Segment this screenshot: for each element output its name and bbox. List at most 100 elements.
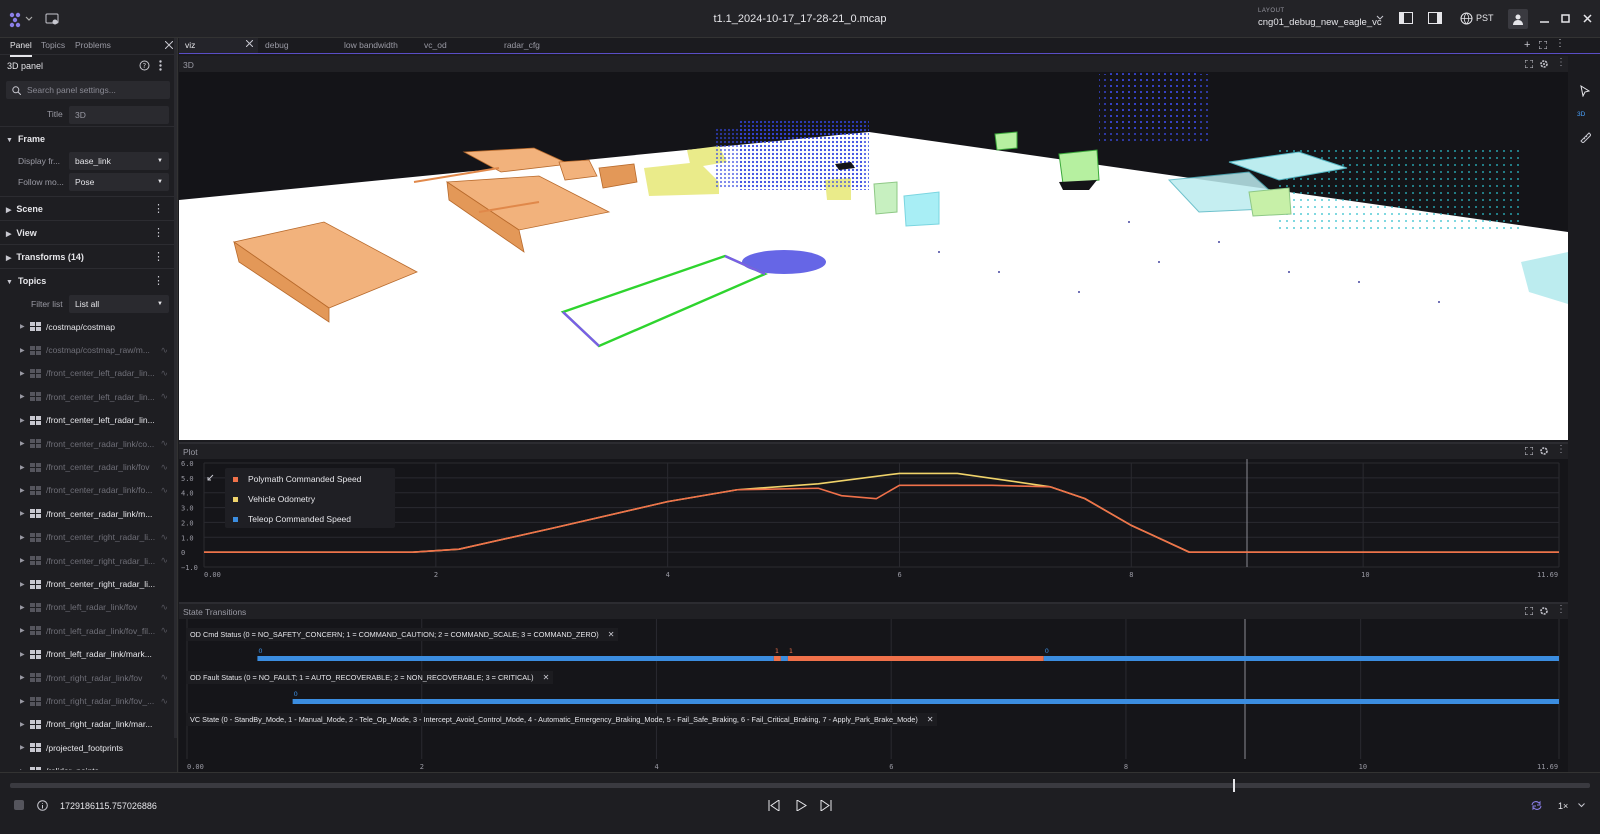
more-vertical-icon[interactable]: ⋮ <box>153 226 164 239</box>
caret-right-icon[interactable]: ▶ <box>20 347 30 354</box>
caret-right-icon[interactable]: ▶ <box>20 581 30 588</box>
topic-row[interactable]: ▶ /projected_footprints <box>0 736 176 759</box>
topic-row[interactable]: ▶ /front_center_radar_link/m... <box>0 502 176 525</box>
state-segment[interactable] <box>1043 656 1559 661</box>
topic-row[interactable]: ▶ /front_center_left_radar_lin... ∿ <box>0 362 176 385</box>
ruler-icon[interactable] <box>1576 128 1594 146</box>
help-icon[interactable]: ? <box>139 60 150 71</box>
caret-right-icon[interactable]: ▶ <box>20 417 30 424</box>
more-vertical-icon[interactable]: ⋮ <box>1556 444 1566 455</box>
visibility-toggle-icon[interactable]: ∿ <box>160 345 168 356</box>
visibility-toggle-icon[interactable]: ∿ <box>160 485 168 496</box>
close-sidebar-icon[interactable] <box>164 40 174 50</box>
gear-icon[interactable] <box>1539 606 1549 616</box>
state-segment[interactable] <box>257 656 774 661</box>
topic-row[interactable]: ▶ /front_center_right_radar_li... ∿ <box>0 549 176 572</box>
seek-back-icon[interactable] <box>768 800 780 811</box>
topic-row[interactable]: ▶ /front_center_radar_link/fo... ∿ <box>0 479 176 502</box>
state-segment[interactable] <box>292 699 1559 704</box>
more-vertical-icon[interactable]: ⋮ <box>1556 57 1566 68</box>
legend-item[interactable]: Vehicle Odometry <box>233 494 315 504</box>
play-icon[interactable] <box>796 800 807 811</box>
state-segment[interactable] <box>780 656 788 661</box>
caret-right-icon[interactable]: ▶ <box>20 604 30 611</box>
collapse-legend-icon[interactable] <box>205 474 214 483</box>
playback-speed-select[interactable]: 1× <box>1558 801 1568 811</box>
fullscreen-icon[interactable] <box>1525 60 1533 68</box>
caret-right-icon[interactable]: ▶ <box>20 534 30 541</box>
timeline-scrubber[interactable] <box>10 779 1590 792</box>
fullscreen-icon[interactable] <box>1525 607 1533 615</box>
remove-row-icon[interactable]: ✕ <box>608 630 615 639</box>
tab-low-bandwidth[interactable]: low bandwidth <box>344 38 398 53</box>
sidebar-tab-problems[interactable]: Problems <box>75 40 111 50</box>
visibility-toggle-icon[interactable]: ∿ <box>160 438 168 449</box>
chevron-down-icon[interactable] <box>1375 13 1385 23</box>
caret-right-icon[interactable]: ▶ <box>20 651 30 658</box>
right-sidebar-toggle-icon[interactable] <box>1427 10 1443 26</box>
display-frame-select[interactable]: base_link ▼ <box>69 152 169 170</box>
caret-right-icon[interactable]: ▶ <box>20 627 30 634</box>
close-tab-icon[interactable] <box>246 40 253 47</box>
topic-row[interactable]: ▶ /front_center_left_radar_lin... <box>0 409 176 432</box>
search-settings-field[interactable]: Search panel settings... <box>6 81 170 99</box>
transforms-section-header[interactable]: ▶ Transforms (14) ⋮ <box>0 244 176 268</box>
topic-row[interactable]: ▶ /front_left_radar_link/mark... <box>0 643 176 666</box>
caret-right-icon[interactable]: ▶ <box>20 323 30 330</box>
chevron-down-icon[interactable] <box>1578 803 1585 808</box>
3d-viewport[interactable] <box>179 72 1568 440</box>
layout-selector[interactable]: cng01_debug_new_eagle_vc <box>1258 17 1382 28</box>
caret-right-icon[interactable]: ▶ <box>20 510 30 517</box>
topic-row[interactable]: ▶ /front_right_radar_link/fov ∿ <box>0 666 176 689</box>
globe-icon[interactable] <box>1458 10 1474 26</box>
tab-viz[interactable]: viz <box>179 38 258 53</box>
title-field-input[interactable]: 3D <box>69 106 169 124</box>
topic-row[interactable]: ▶ /front_right_radar_link/fov_... ∿ <box>0 689 176 712</box>
info-icon[interactable] <box>37 800 48 811</box>
state-segment[interactable] <box>787 656 1044 661</box>
more-vertical-icon[interactable]: ⋮ <box>153 250 164 263</box>
loop-icon[interactable] <box>1530 800 1543 811</box>
topic-row[interactable]: ▶ /front_center_left_radar_lin... ∿ <box>0 385 176 408</box>
seek-forward-icon[interactable] <box>820 800 832 811</box>
caret-right-icon[interactable]: ▶ <box>20 487 30 494</box>
caret-right-icon[interactable]: ▶ <box>20 698 30 705</box>
tab-debug[interactable]: debug <box>265 38 289 53</box>
select-cursor-icon[interactable] <box>1576 82 1594 100</box>
visibility-toggle-icon[interactable]: ∿ <box>160 532 168 543</box>
timezone-label[interactable]: PST <box>1476 13 1494 23</box>
view-section-header[interactable]: ▶ View ⋮ <box>0 220 176 244</box>
caret-right-icon[interactable]: ▶ <box>20 721 30 728</box>
add-tab-icon[interactable]: + <box>1524 39 1530 51</box>
topic-row[interactable]: ▶ /costmap/costmap <box>0 315 176 338</box>
caret-right-icon[interactable]: ▶ <box>20 393 30 400</box>
state-segment[interactable] <box>773 656 781 661</box>
caret-right-icon[interactable]: ▶ <box>20 768 30 770</box>
more-vertical-icon[interactable]: ⋮ <box>153 274 164 287</box>
visibility-toggle-icon[interactable]: ∿ <box>160 462 168 473</box>
remove-row-icon[interactable]: ✕ <box>543 673 550 682</box>
filter-list-select[interactable]: List all ▼ <box>69 295 169 313</box>
caret-right-icon[interactable]: ▶ <box>20 744 30 751</box>
topic-row[interactable]: ▶ /front_left_radar_link/fov_fil... ∿ <box>0 619 176 642</box>
3d-mode-toggle[interactable]: 3D <box>1577 111 1585 118</box>
playhead[interactable] <box>1233 779 1235 792</box>
topic-row[interactable]: ▶ /rslidar_points <box>0 760 176 770</box>
sidebar-tab-topics[interactable]: Topics <box>41 40 65 50</box>
tab-radar-cfg[interactable]: radar_cfg <box>504 38 540 53</box>
legend-item[interactable]: Polymath Commanded Speed <box>233 474 361 484</box>
caret-right-icon[interactable]: ▶ <box>20 464 30 471</box>
current-timestamp[interactable]: 1729186115.757026886 <box>60 801 157 811</box>
remove-row-icon[interactable]: ✕ <box>927 715 934 724</box>
legend-item[interactable]: Teleop Commanded Speed <box>233 514 351 524</box>
frame-section-header[interactable]: ▼ Frame <box>0 126 176 150</box>
tab-vc-od[interactable]: vc_od <box>424 38 447 53</box>
caret-right-icon[interactable]: ▶ <box>20 557 30 564</box>
close-window-icon[interactable] <box>1581 12 1593 24</box>
visibility-toggle-icon[interactable]: ∿ <box>160 391 168 402</box>
minimize-icon[interactable] <box>1538 12 1550 24</box>
topic-row[interactable]: ▶ /front_center_right_radar_li... <box>0 572 176 595</box>
topic-row[interactable]: ▶ /front_left_radar_link/fov ∿ <box>0 596 176 619</box>
follow-mode-select[interactable]: Pose ▼ <box>69 173 169 191</box>
visibility-toggle-icon[interactable]: ∿ <box>160 696 168 707</box>
